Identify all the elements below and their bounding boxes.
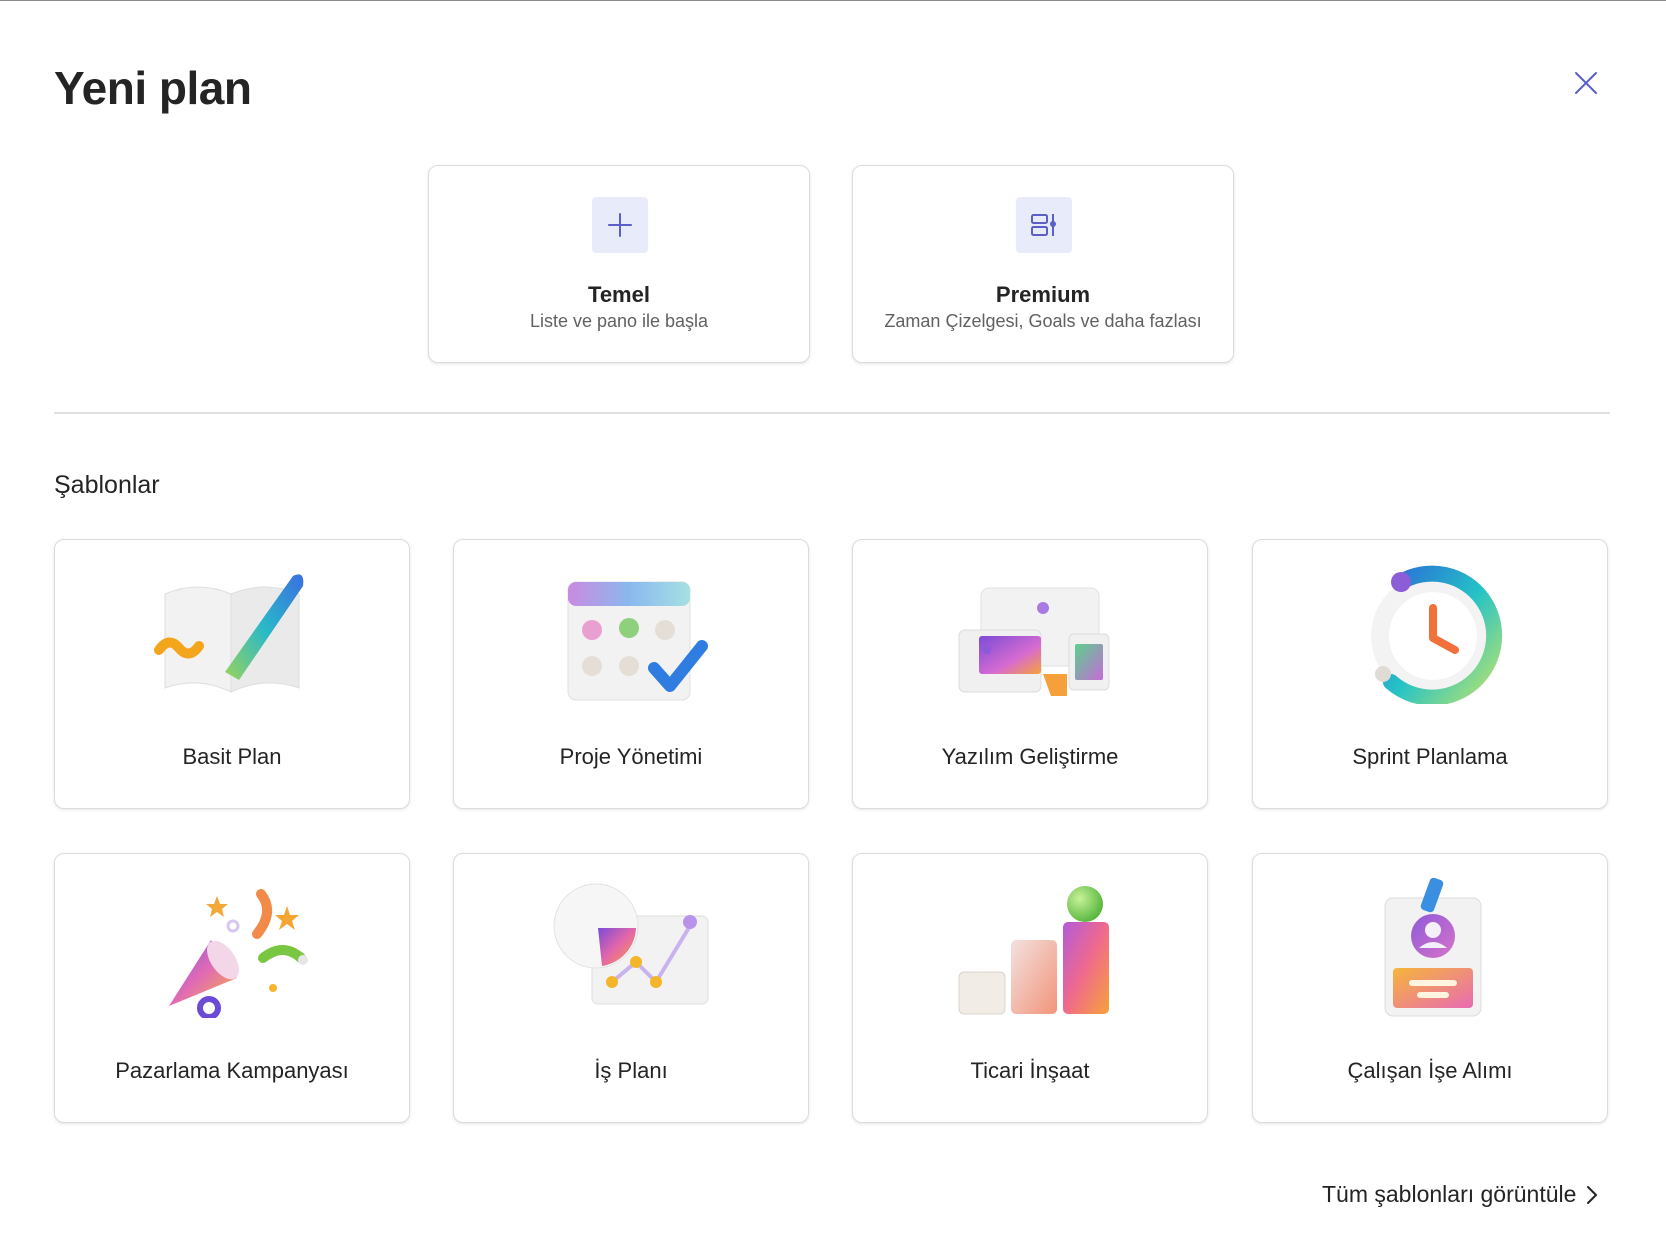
template-card-employee-onboarding[interactable]: Çalışan İşe Alımı bbox=[1252, 853, 1608, 1123]
open-book-pen-illustration bbox=[154, 574, 304, 693]
template-card-basic-plan[interactable]: Basit Plan bbox=[54, 539, 410, 809]
premium-option-title: Premium bbox=[995, 282, 1091, 307]
basic-plan-option[interactable]: Temel Liste ve pano ile başla bbox=[428, 165, 810, 363]
template-card-marketing-campaign[interactable]: Pazarlama Kampanyası bbox=[54, 853, 410, 1123]
megaphone-confetti-illustration bbox=[169, 889, 308, 1018]
template-label: Sprint Planlama bbox=[1352, 744, 1508, 769]
premium-plan-option[interactable]: Premium Zaman Çizelgesi, Goals ve daha f… bbox=[852, 165, 1234, 363]
id-badge-illustration bbox=[1384, 878, 1482, 1017]
template-card-software-development[interactable]: Yazılım Geliştirme bbox=[852, 539, 1208, 809]
template-label: Proje Yönetimi bbox=[559, 744, 703, 769]
template-label: Basit Plan bbox=[182, 744, 282, 769]
template-label: Yazılım Geliştirme bbox=[941, 744, 1119, 769]
plus-icon bbox=[592, 197, 648, 253]
basic-option-subtitle: Liste ve pano ile başla bbox=[529, 311, 709, 331]
line-chart-illustration bbox=[553, 883, 709, 1005]
chevron-right-icon bbox=[1587, 1185, 1598, 1204]
premium-option-subtitle: Zaman Çizelgesi, Goals ve daha fazlası bbox=[884, 311, 1202, 331]
clock-ring-illustration bbox=[1371, 565, 1503, 704]
template-label: Ticari İnşaat bbox=[970, 1058, 1090, 1083]
close-button[interactable] bbox=[1566, 63, 1606, 103]
template-card-commercial-construction[interactable]: Ticari İnşaat bbox=[852, 853, 1208, 1123]
template-label: Çalışan İşe Alımı bbox=[1347, 1058, 1513, 1083]
new-plan-dialog: Yeni plan Temel Liste ve pano ile başla … bbox=[0, 0, 1666, 1251]
view-all-label: Tüm şablonları görüntüle bbox=[1322, 1181, 1577, 1207]
template-card-sprint-planning[interactable]: Sprint Planlama bbox=[1252, 539, 1608, 809]
screens-illustration bbox=[958, 587, 1110, 696]
template-label: İş Planı bbox=[594, 1058, 668, 1083]
templates-heading: Şablonlar bbox=[54, 471, 160, 499]
template-card-business-plan[interactable]: İş Planı bbox=[453, 853, 809, 1123]
close-icon bbox=[1575, 72, 1597, 94]
divider bbox=[54, 412, 1610, 414]
building-blocks-illustration bbox=[958, 886, 1109, 1015]
template-label: Pazarlama Kampanyası bbox=[115, 1058, 349, 1083]
dialog-title: Yeni plan bbox=[54, 62, 252, 114]
calendar-check-illustration bbox=[567, 581, 708, 701]
view-all-templates-link[interactable]: Tüm şablonları görüntüle bbox=[1322, 1181, 1600, 1208]
template-card-project-management[interactable]: Proje Yönetimi bbox=[453, 539, 809, 809]
basic-option-title: Temel bbox=[588, 282, 650, 307]
premium-layout-icon bbox=[1016, 197, 1072, 253]
